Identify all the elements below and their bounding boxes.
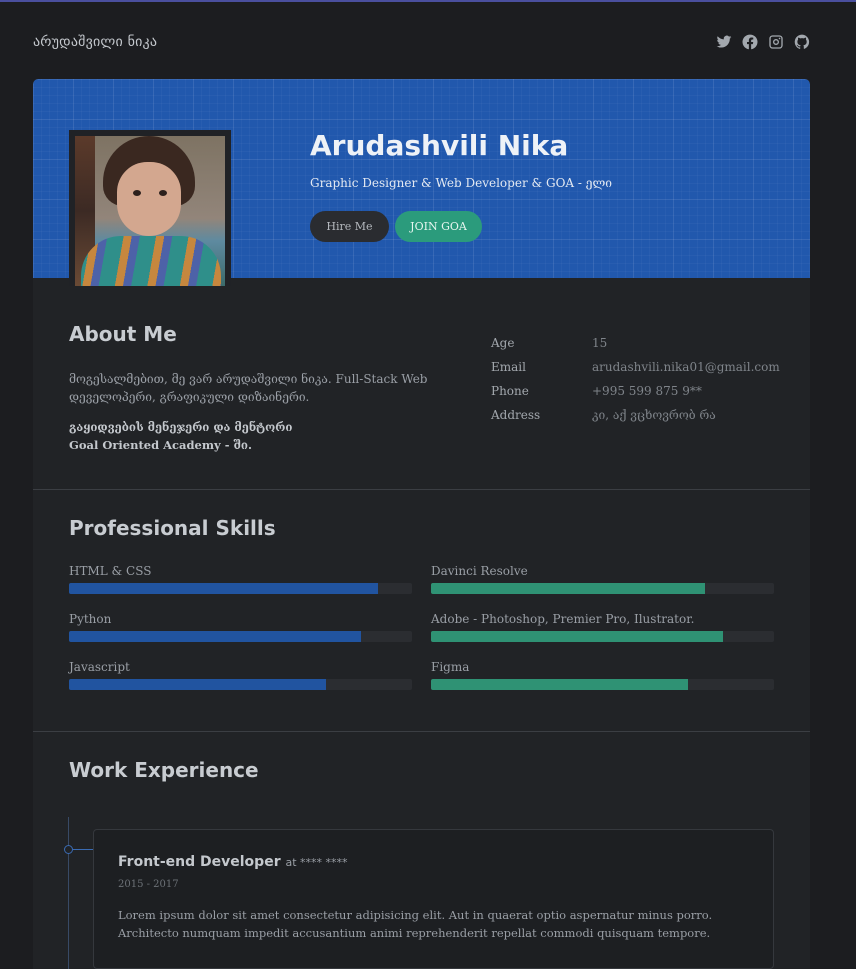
join-goa-button[interactable]: JOIN GOA [395,211,482,242]
timeline-line [68,817,69,969]
skill-bar [69,679,412,690]
skill-bar [69,583,412,594]
twitter-icon[interactable] [716,34,732,50]
job-dates: 2015 - 2017 [118,879,179,890]
about-paragraph: მოგესალმებით, მე ვარ არუდაშვილი ნიკა. Fu… [69,372,428,404]
info-value: +995 599 875 9** [592,384,702,398]
hero-name: Arudashvili Nika [310,129,569,162]
info-key: Age [491,336,515,350]
about-highlight-line-2: Goal Oriented Academy - ში. [69,438,252,452]
skill-item: Davinci Resolve [431,564,774,594]
timeline-dot [64,845,73,854]
profile-photo-frame [69,130,231,286]
info-key: Address [491,408,541,422]
info-row-phone: Phone +995 599 875 9** [491,379,791,403]
info-key: Email [491,360,526,374]
skill-bar [431,679,774,690]
hire-me-button[interactable]: Hire Me [310,211,389,242]
work-title: Work Experience [69,758,259,782]
top-bar: არუდაშვილი ნიკა [33,30,810,54]
job-company: at **** **** [285,856,348,869]
job-role: Front-end Developer [118,854,281,870]
resume-card: Arudashvili Nika Graphic Designer & Web … [33,79,810,969]
skill-item: Python [69,612,412,642]
section-divider [33,731,810,732]
info-key: Phone [491,384,529,398]
job-description: Lorem ipsum dolor sit amet consectetur a… [118,908,713,940]
skill-bar-fill [431,583,706,594]
about-title: About Me [69,322,177,346]
job-card: Front-end Developer at **** **** 2015 - … [93,829,774,969]
timeline-connector [73,849,93,850]
skill-bar [431,631,774,642]
skill-label: Davinci Resolve [431,564,528,578]
instagram-icon[interactable] [768,34,784,50]
skill-item: Javascript [69,660,412,690]
skill-bar [431,583,774,594]
top-accent-line [0,0,856,2]
skill-bar-fill [69,631,361,642]
skill-bar [69,631,412,642]
job-title: Front-end Developer at **** **** [118,854,348,870]
info-row-email: Email arudashvili.nika01@gmail.com [491,355,791,379]
about-highlight-line-1: გაყიდვების მენეჯერი და მენტორი [69,420,293,434]
skill-label: Figma [431,660,470,674]
skill-label: Python [69,612,112,626]
skill-label: Adobe - Photoshop, Premier Pro, Ilustrat… [431,612,695,626]
info-value: კი, აქ ვცხოვრობ რა [592,408,716,422]
info-value: 15 [592,336,608,350]
facebook-icon[interactable] [742,34,758,50]
profile-photo [75,136,225,286]
skills-title: Professional Skills [69,516,276,540]
hero-subtitle: Graphic Designer & Web Developer & GOA -… [310,176,613,190]
info-row-address: Address კი, აქ ვცხოვრობ რა [491,403,791,427]
skill-item: Figma [431,660,774,690]
skill-item: HTML & CSS [69,564,412,594]
skill-bar-fill [431,679,689,690]
personal-info: Age 15 Email arudashvili.nika01@gmail.co… [491,331,791,427]
github-icon[interactable] [794,34,810,50]
skill-label: Javascript [69,660,130,674]
skill-bar-fill [69,583,378,594]
skill-bar-fill [69,679,327,690]
email-link[interactable]: arudashvili.nika01@gmail.com [592,360,780,374]
skill-item: Adobe - Photoshop, Premier Pro, Ilustrat… [431,612,774,642]
info-row-age: Age 15 [491,331,791,355]
social-links [716,34,810,50]
skill-bar-fill [431,631,723,642]
skill-label: HTML & CSS [69,564,152,578]
section-divider [33,489,810,490]
brand-name[interactable]: არუდაშვილი ნიკა [33,34,157,50]
about-highlight: გაყიდვების მენეჯერი და მენტორი Goal Orie… [69,418,429,454]
